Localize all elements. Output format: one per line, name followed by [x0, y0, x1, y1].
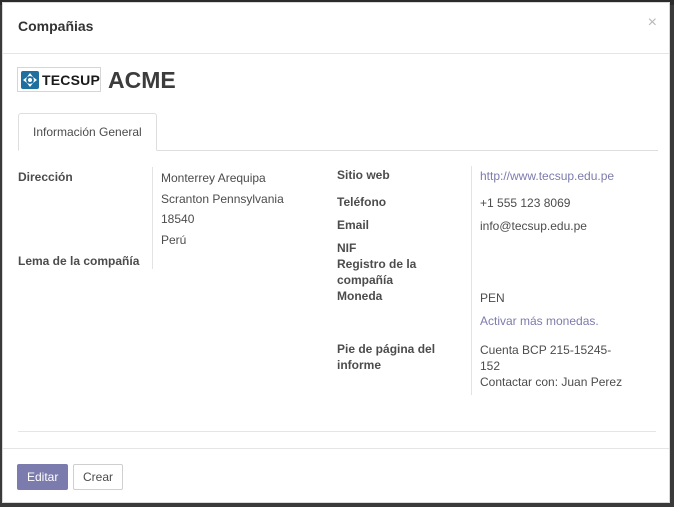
phone-label: Teléfono: [337, 195, 387, 209]
report-footer-line-2: 152: [480, 359, 501, 373]
dialog-header: Compañias ×: [3, 3, 669, 54]
company-dialog: Compañias × TECSUP ACME Información Gene…: [2, 2, 670, 503]
company-name: ACME: [108, 67, 176, 93]
email-value: info@tecsup.edu.pe: [480, 219, 587, 233]
left-column-separator: [152, 167, 153, 269]
dialog-title: Compañias: [18, 18, 94, 34]
website-label: Sitio web: [337, 168, 390, 182]
content-divider: [18, 431, 656, 432]
tab-bar: Información General: [18, 113, 658, 151]
address-line-1: Monterrey Arequipa: [161, 171, 266, 185]
report-footer-label-line-2: informe: [337, 358, 382, 372]
close-icon[interactable]: ×: [648, 13, 657, 33]
currency-value: PEN: [480, 291, 505, 305]
dialog-footer: Editar Crear: [3, 448, 669, 505]
address-line-2: Scranton Pennsylvania: [161, 192, 284, 206]
website-link[interactable]: http://www.tecsup.edu.pe: [480, 168, 614, 184]
registry-label-line-1: Registro de la: [337, 257, 417, 271]
currency-label: Moneda: [337, 289, 383, 303]
motto-label: Lema de la compañía: [18, 254, 140, 268]
address-line-3: 18540: [161, 212, 195, 226]
report-footer-line-3: Contactar con: Juan Perez: [480, 375, 623, 389]
nif-label: NIF: [337, 241, 357, 255]
create-button[interactable]: Crear: [73, 464, 124, 490]
activate-currencies-link[interactable]: Activar más monedas.: [480, 313, 599, 329]
company-logo: TECSUP: [17, 67, 101, 92]
tab-general-information[interactable]: Información General: [18, 113, 157, 151]
address-label: Dirección: [18, 170, 73, 184]
registry-label-line-2: compañía: [337, 273, 394, 287]
address-line-4: Perú: [161, 233, 187, 247]
email-label: Email: [337, 218, 370, 232]
report-footer-label-line-1: Pie de página del: [337, 342, 436, 356]
report-footer-line-1: Cuenta BCP 215-15245-: [480, 343, 612, 357]
right-column-separator: [471, 166, 472, 395]
edit-button[interactable]: Editar: [17, 464, 69, 490]
phone-value: +1 555 123 8069: [480, 196, 571, 210]
tecsup-logo-icon: [21, 70, 39, 89]
logo-text: TECSUP: [42, 71, 100, 88]
